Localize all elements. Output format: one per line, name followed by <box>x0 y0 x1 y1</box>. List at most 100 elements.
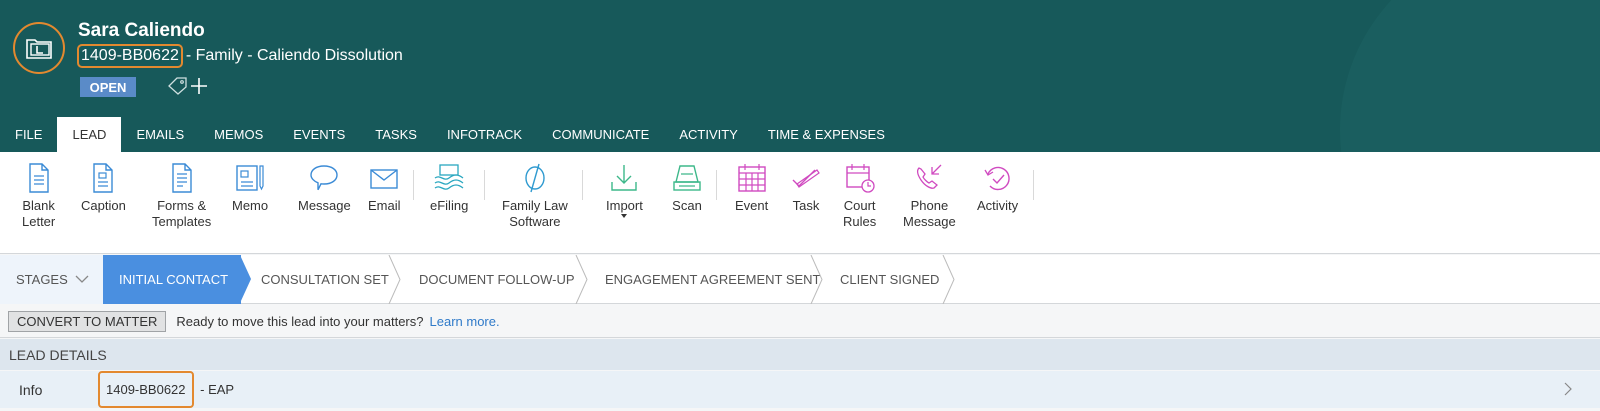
stage-active-arrow <box>240 255 251 303</box>
header-decoration <box>1340 0 1600 152</box>
convert-message: Ready to move this lead into your matter… <box>176 313 424 329</box>
efiling-button[interactable]: eFiling <box>430 162 468 214</box>
event-label: Event <box>735 198 769 213</box>
blank-letter-label: Blank Letter <box>22 198 56 229</box>
stages-menu-button[interactable]: STAGES <box>16 255 89 304</box>
matter-description: - Family - Caliendo Dissolution <box>185 47 403 64</box>
phone-message-button[interactable]: Phone Message <box>903 162 956 230</box>
caption-document-icon <box>93 163 114 193</box>
forms-templates-label: Forms & Templates <box>152 198 212 229</box>
scan-label: Scan <box>672 198 702 213</box>
court-rules-button[interactable]: Court Rules <box>843 162 876 230</box>
phone-message-icon <box>917 164 942 189</box>
stages-menu-label: STAGES <box>16 272 68 287</box>
court-rules-calendar-icon <box>845 164 875 193</box>
stage-label: INITIAL CONTACT <box>119 272 229 287</box>
stage-label: DOCUMENT FOLLOW-UP <box>419 272 575 287</box>
message-label: Message <box>298 198 351 213</box>
family-law-software-button[interactable]: Family Law Software <box>502 162 568 230</box>
folder-icon <box>26 39 52 59</box>
caption-button[interactable]: Caption <box>81 162 126 214</box>
info-suffix: - EAP <box>196 382 235 397</box>
stage-separator-icon <box>388 255 401 304</box>
import-label: Import <box>606 198 643 213</box>
stage-separator-icon <box>810 255 823 304</box>
info-matter-id: 1409-BB0622 <box>98 371 194 408</box>
convert-bar: CONVERT TO MATTER Ready to move this lea… <box>0 305 1600 338</box>
forms-document-icon <box>171 163 192 193</box>
event-button[interactable]: Event <box>735 162 768 214</box>
scan-button[interactable]: Scan <box>671 162 703 214</box>
court-rules-label: Court Rules <box>843 198 877 229</box>
tab-memos[interactable]: MEMOS <box>199 117 278 152</box>
stage-engagement-agreement-sent[interactable]: ENGAGEMENT AGREEMENT SENT <box>605 255 821 304</box>
family-law-icon <box>525 163 545 193</box>
lead-details-heading[interactable]: LEAD DETAILS <box>0 339 1600 370</box>
add-tag-icon[interactable] <box>190 77 208 95</box>
stage-consultation-set[interactable]: CONSULTATION SET <box>261 255 389 304</box>
chevron-down-icon <box>75 275 89 283</box>
tab-infotrack[interactable]: INFOTRACK <box>432 117 537 152</box>
activity-icon <box>984 166 1010 191</box>
info-row[interactable]: Info 1409-BB0622 - EAP <box>0 371 1600 408</box>
main-tabs: FILE LEAD EMAILS MEMOS EVENTS TASKS INFO… <box>0 117 900 152</box>
download-icon <box>611 165 638 191</box>
family-law-software-label: Family Law Software <box>502 198 568 229</box>
matter-folder-icon[interactable] <box>13 22 65 74</box>
convert-to-matter-button[interactable]: CONVERT TO MATTER <box>8 310 167 332</box>
task-check-icon <box>792 169 820 188</box>
tab-file[interactable]: FILE <box>0 117 57 152</box>
email-label: Email <box>368 198 401 213</box>
stage-initial-contact[interactable]: INITIAL CONTACT <box>103 255 241 304</box>
client-name: Sara Caliendo <box>78 20 205 41</box>
ribbon-divider <box>1033 170 1034 200</box>
tab-events[interactable]: EVENTS <box>278 117 360 152</box>
phone-message-label: Phone Message <box>903 198 956 229</box>
matter-id[interactable]: 1409-BB0622 <box>77 44 183 68</box>
speech-bubble-icon <box>310 165 339 191</box>
tab-lead[interactable]: LEAD <box>57 117 122 152</box>
ribbon-divider <box>413 170 414 200</box>
forms-templates-button[interactable]: Forms & Templates <box>152 162 211 230</box>
message-button[interactable]: Message <box>298 162 351 214</box>
task-button[interactable]: Task <box>790 162 822 214</box>
stage-label: ENGAGEMENT AGREEMENT SENT <box>605 272 821 287</box>
envelope-icon <box>370 169 398 189</box>
stages-bar: STAGES INITIAL CONTACT CONSULTATION SET … <box>0 255 1600 304</box>
lead-ribbon: Blank Letter Caption Forms & Templates M… <box>0 152 1600 254</box>
tag-icon[interactable] <box>168 77 188 95</box>
info-value: 1409-BB0622 - EAP <box>98 371 234 408</box>
matter-title: 1409-BB0622 - Family - Caliendo Dissolut… <box>77 44 403 68</box>
email-button[interactable]: Email <box>368 162 401 214</box>
stage-client-signed[interactable]: CLIENT SIGNED <box>840 255 939 304</box>
tab-emails[interactable]: EMAILS <box>121 117 199 152</box>
calendar-icon <box>737 164 766 192</box>
efiling-label: eFiling <box>430 198 469 213</box>
ribbon-divider <box>716 170 717 200</box>
blank-letter-button[interactable]: Blank Letter <box>22 162 55 230</box>
status-badge: OPEN <box>80 77 136 97</box>
memo-icon <box>236 165 264 191</box>
memo-button[interactable]: Memo <box>232 162 268 214</box>
ribbon-divider <box>484 170 485 200</box>
ribbon-divider <box>582 170 583 200</box>
stage-separator-icon <box>942 255 955 304</box>
tab-tasks[interactable]: TASKS <box>360 117 432 152</box>
matter-header: Sara Caliendo 1409-BB0622 - Family - Cal… <box>0 0 1600 152</box>
chevron-right-icon[interactable] <box>1564 382 1572 396</box>
stage-label: CONSULTATION SET <box>261 272 389 287</box>
scanner-icon <box>673 165 701 191</box>
tab-communicate[interactable]: COMMUNICATE <box>537 117 664 152</box>
activity-button[interactable]: Activity <box>977 162 1018 214</box>
memo-label: Memo <box>232 198 269 213</box>
caption-label: Caption <box>81 198 126 213</box>
tab-time-expenses[interactable]: TIME & EXPENSES <box>753 117 900 152</box>
import-button[interactable]: Import <box>606 162 643 223</box>
learn-more-link[interactable]: Learn more. <box>430 314 500 329</box>
info-label: Info <box>19 381 43 398</box>
task-label: Task <box>792 198 820 213</box>
dropdown-caret-icon[interactable] <box>620 214 628 219</box>
efiling-icon <box>434 164 464 190</box>
tab-activity[interactable]: ACTIVITY <box>664 117 753 152</box>
stage-document-follow-up[interactable]: DOCUMENT FOLLOW-UP <box>419 255 575 304</box>
